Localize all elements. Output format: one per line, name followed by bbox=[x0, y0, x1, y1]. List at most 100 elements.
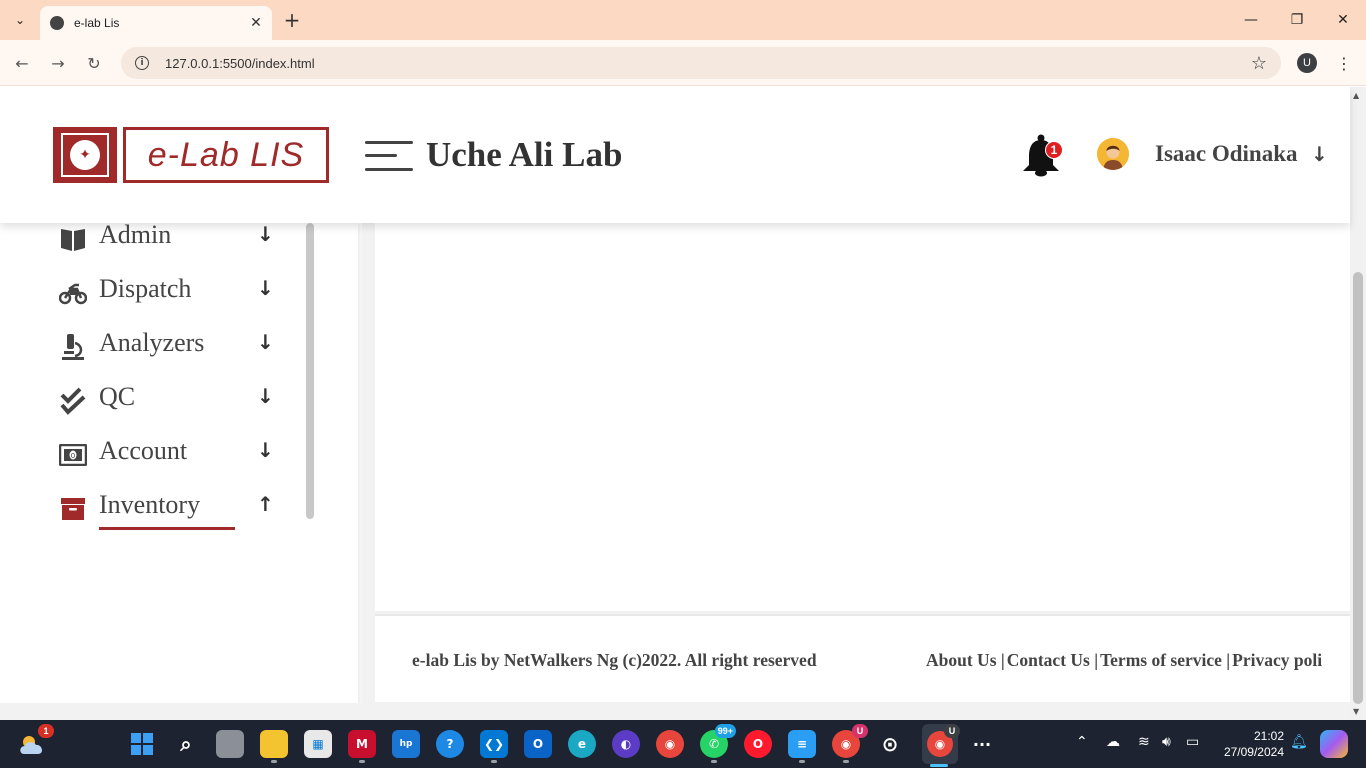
chrome-profile-badge: U bbox=[852, 724, 868, 738]
page-scrollbar-thumb[interactable] bbox=[1353, 272, 1363, 704]
profile-button[interactable]: U bbox=[1297, 53, 1317, 73]
ring-icon: ⊙ bbox=[881, 732, 899, 756]
sidebar-item-analyzers[interactable]: Analyzers ↓ bbox=[59, 327, 289, 367]
whatsapp-button[interactable]: ✆ 99+ bbox=[700, 724, 736, 758]
wifi-icon[interactable]: ≋ bbox=[1138, 734, 1150, 750]
onedrive-icon[interactable]: ☁ bbox=[1106, 734, 1120, 750]
page-bottom-strip bbox=[0, 703, 1350, 720]
lab-name: Uche Ali Lab bbox=[426, 135, 623, 174]
app-header: ✦ e-Lab LIS Uche Ali Lab 1 Isaac Odinaka… bbox=[0, 87, 1350, 223]
motorcycle-icon bbox=[59, 279, 87, 307]
footer-link-privacy[interactable]: Privacy poli bbox=[1232, 650, 1322, 670]
myhp-button[interactable]: hp bbox=[392, 730, 420, 758]
opera-button[interactable]: O bbox=[744, 730, 772, 758]
tab-close-button[interactable]: ✕ bbox=[244, 11, 268, 35]
footer-link-contact[interactable]: Contact Us | bbox=[1007, 650, 1098, 670]
get-help-button[interactable]: ? bbox=[436, 730, 464, 758]
edge-button[interactable]: e bbox=[568, 730, 596, 758]
copilot-button[interactable] bbox=[1320, 730, 1348, 758]
footer-link-about[interactable]: About Us | bbox=[926, 650, 1005, 670]
weather-widget[interactable]: 1 bbox=[18, 724, 54, 758]
system-clock[interactable]: 21:02 27/09/2024 bbox=[1218, 728, 1284, 760]
scroll-up-icon[interactable]: ▲ bbox=[1353, 91, 1359, 100]
user-menu-arrow-icon[interactable]: ↓ bbox=[1311, 142, 1328, 166]
close-window-button[interactable]: ✕ bbox=[1320, 0, 1366, 40]
vscode-button[interactable]: ❮❯ bbox=[480, 730, 508, 758]
sidebar-item-label: Inventory bbox=[99, 490, 201, 519]
moon-icon: ◐ bbox=[620, 737, 632, 751]
app-purple-button[interactable]: ◐ bbox=[612, 730, 640, 758]
chrome-active-button[interactable]: ◉ U bbox=[922, 724, 960, 764]
book-icon bbox=[59, 225, 87, 253]
footer-link-terms[interactable]: Terms of service | bbox=[1100, 650, 1230, 670]
bookmark-star-icon[interactable]: ☆ bbox=[1251, 53, 1267, 74]
address-bar[interactable]: i 127.0.0.1:5500/index.html ☆ bbox=[121, 47, 1281, 79]
microscope-icon bbox=[59, 333, 87, 361]
hp-icon: hp bbox=[399, 739, 413, 749]
restore-button[interactable]: ❐ bbox=[1274, 0, 1320, 40]
search-icon: ⌕ bbox=[180, 732, 192, 756]
battery-icon[interactable]: ▭ bbox=[1186, 734, 1199, 750]
logo-text: e-Lab LIS bbox=[147, 135, 305, 174]
notification-bell-button[interactable]: 1 bbox=[1020, 133, 1063, 177]
app-ring-button[interactable]: ⊙ bbox=[876, 730, 904, 758]
sidebar-item-admin[interactable]: Admin ↓ bbox=[59, 219, 289, 259]
minimize-button[interactable]: — bbox=[1228, 0, 1274, 40]
browser-menu-button[interactable]: ⋮ bbox=[1336, 50, 1352, 76]
footer: e-lab Lis by NetWalkers Ng (c)2022. All … bbox=[375, 614, 1350, 702]
archive-box-icon bbox=[59, 495, 87, 523]
notepad-button[interactable]: ≡ bbox=[788, 730, 816, 758]
info-icon[interactable]: i bbox=[135, 56, 149, 70]
notification-bell-icon[interactable]: 🔔︎ bbox=[1290, 734, 1308, 750]
user-avatar-icon bbox=[1097, 138, 1129, 170]
forward-button[interactable]: → bbox=[45, 50, 71, 76]
arrow-down-icon: ↓ bbox=[257, 330, 274, 354]
page-viewport: ✦ e-Lab LIS Uche Ali Lab 1 Isaac Odinaka… bbox=[0, 87, 1366, 720]
page-scrollbar[interactable]: ▲ ▼ bbox=[1350, 87, 1366, 720]
sidebar-item-qc[interactable]: QC ↓ bbox=[59, 381, 289, 421]
sidebar-item-inventory[interactable]: Inventory ↑ bbox=[59, 489, 289, 530]
start-button[interactable] bbox=[128, 730, 156, 758]
arrow-left-icon: ← bbox=[15, 53, 29, 73]
user-name[interactable]: Isaac Odinaka bbox=[1155, 141, 1298, 167]
notepad-icon: ≡ bbox=[796, 737, 808, 751]
sidebar-item-account[interactable]: 0 Account ↓ bbox=[59, 435, 289, 475]
new-tab-button[interactable]: + bbox=[280, 8, 304, 32]
mcafee-button[interactable]: M bbox=[348, 730, 376, 758]
active-item-underline bbox=[99, 527, 235, 530]
outlook-button[interactable]: O bbox=[524, 730, 552, 758]
arrow-down-icon: ↓ bbox=[257, 384, 274, 408]
user-avatar[interactable] bbox=[1097, 138, 1129, 170]
ms-store-button[interactable]: ▦ bbox=[304, 730, 332, 758]
hamburger-menu-icon[interactable] bbox=[365, 139, 413, 173]
tab-search-button[interactable]: ⌄ bbox=[8, 8, 32, 32]
tray-chevron-up-icon[interactable]: ⌃ bbox=[1076, 734, 1088, 750]
sidebar-item-label: Admin bbox=[99, 220, 172, 249]
url-text[interactable]: 127.0.0.1:5500/index.html bbox=[165, 56, 315, 71]
windows-taskbar: 1 ⌕ ▦ M hp ? ❮❯ O e ◐ ◉ ✆ 99+ O ≡ ◉ U ⊙ … bbox=[0, 720, 1366, 768]
svg-text:0: 0 bbox=[71, 452, 75, 460]
sidebar-scrollbar[interactable] bbox=[306, 223, 314, 519]
reload-button[interactable]: ↻ bbox=[81, 50, 107, 76]
sidebar-item-label: Dispatch bbox=[99, 274, 192, 303]
volume-icon[interactable]: 🔊︎ bbox=[1162, 734, 1171, 750]
search-button[interactable]: ⌕ bbox=[172, 730, 200, 758]
chrome-profile-button[interactable]: ◉ U bbox=[832, 724, 868, 758]
more-apps-button[interactable]: ··· bbox=[968, 730, 996, 758]
browser-titlebar: ⌄ e-lab Lis ✕ + — ❐ ✕ bbox=[0, 0, 1366, 40]
chrome-icon: ◉ bbox=[664, 737, 676, 751]
scroll-down-icon[interactable]: ▼ bbox=[1353, 707, 1359, 716]
file-explorer-button[interactable] bbox=[260, 730, 288, 758]
back-button[interactable]: ← bbox=[9, 50, 35, 76]
outlook-icon: O bbox=[532, 737, 544, 751]
chrome-button[interactable]: ◉ bbox=[656, 730, 684, 758]
footer-copyright: e-lab Lis by NetWalkers Ng (c)2022. All … bbox=[412, 650, 817, 670]
elab-logo[interactable]: ✦ e-Lab LIS bbox=[53, 127, 329, 183]
task-view-button[interactable] bbox=[216, 730, 244, 758]
chevron-down-icon: ⌄ bbox=[14, 13, 26, 27]
money-bill-icon: 0 bbox=[59, 441, 87, 469]
sidebar-item-dispatch[interactable]: Dispatch ↓ bbox=[59, 273, 289, 313]
arrow-down-icon: ↓ bbox=[257, 438, 274, 462]
browser-toolbar: ← → ↻ i 127.0.0.1:5500/index.html ☆ U ⋮ bbox=[0, 40, 1366, 86]
browser-tab[interactable]: e-lab Lis ✕ bbox=[40, 6, 272, 40]
